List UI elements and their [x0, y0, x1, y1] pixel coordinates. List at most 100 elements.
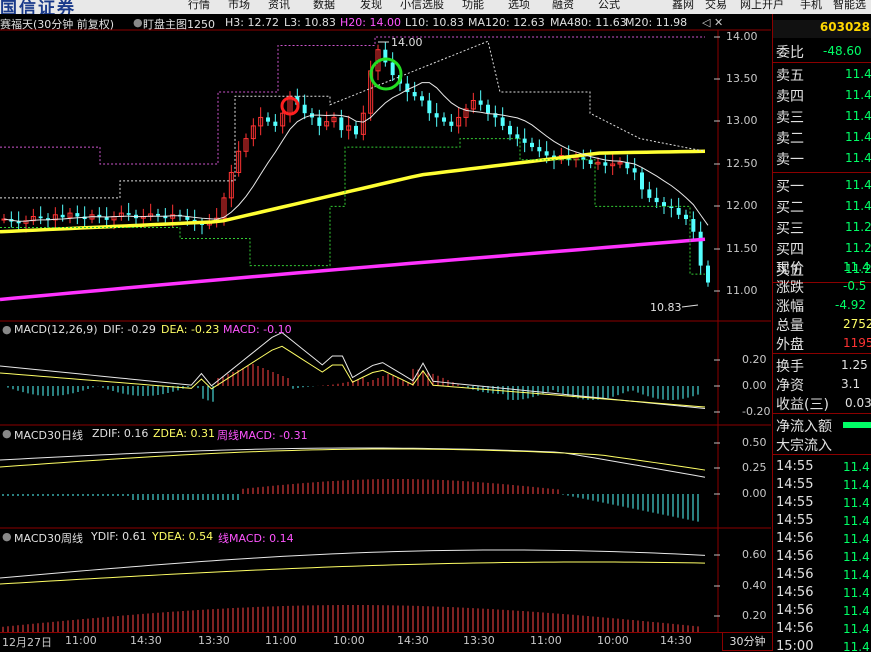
stock-code: 603028 [773, 20, 871, 38]
buy-level-price: 11.2 [845, 241, 871, 255]
price-label: 13.00 [726, 114, 758, 127]
panel-value: 线MACD: 0.14 [218, 532, 294, 545]
stat2-label: 换手 [776, 359, 804, 375]
menu-item[interactable]: 发现 [360, 0, 382, 12]
sell-level-price: 11.4 [845, 109, 871, 123]
panel-value: MACD: -0.10 [223, 323, 292, 336]
candle-body [412, 92, 417, 97]
buy-level-price: 11.4 [845, 199, 871, 213]
price-label: 14.00 [726, 30, 758, 43]
menu-item[interactable]: 网上开户 [740, 0, 784, 12]
panel-axis-label: 0.25 [742, 461, 767, 474]
candle-body [60, 214, 65, 218]
candle-body [390, 62, 395, 76]
header-value-l3: L3: 10.83 [284, 16, 336, 29]
h20-dashed-line [0, 36, 705, 165]
menu-item[interactable]: 小信选股 [400, 0, 444, 12]
price-label: 12.00 [726, 199, 758, 212]
menu-item[interactable]: 智能选 [833, 0, 866, 12]
candle-body [676, 208, 681, 215]
time-label: 10:00 [333, 634, 365, 647]
tick-time: 14:55 [776, 495, 814, 510]
tick-price: 11.4 [843, 460, 870, 474]
stat2-value: 0.03 [845, 396, 871, 410]
panel-axis-label: -0.20 [742, 405, 771, 418]
panel-value: YDIF: 0.61 [91, 530, 147, 543]
menu-item[interactable]: 行情 [188, 0, 210, 12]
stat-label: 涨幅 [776, 299, 804, 315]
menu-item[interactable]: 融资 [552, 0, 574, 12]
price-label: 11.00 [726, 284, 758, 297]
stat-value: 1195 [843, 336, 871, 350]
menu-item[interactable]: 数据 [313, 0, 335, 12]
stat-label: 外盘 [776, 337, 804, 353]
candle-body [706, 265, 710, 283]
stat2-value: 3.1 [841, 377, 861, 391]
menu-item[interactable]: 鑫网 [672, 0, 694, 12]
candle-body [662, 202, 666, 207]
header-value-h20: H20: 14.00 [340, 16, 401, 29]
quote-separator [773, 454, 871, 455]
menu-item[interactable]: 功能 [462, 0, 484, 12]
sell-level-price: 11.4 [845, 88, 871, 102]
green-circle-marker [369, 57, 403, 91]
sell-level-label: 卖一 [776, 152, 804, 168]
period-button[interactable]: 30分钟 [722, 632, 773, 651]
quote-panel: 603028 委比 -48.60 卖五 11.4 卖四 11.4 卖三 11.4 卖二 11.4 卖… [772, 14, 871, 651]
menu-item[interactable]: 公式 [598, 0, 620, 12]
quote-separator [773, 172, 871, 173]
flow-bar [843, 422, 871, 428]
menu-item[interactable]: 资讯 [268, 0, 290, 12]
dif-line [0, 332, 706, 409]
panel-axis-label: 0.00 [742, 487, 767, 500]
candle-body [486, 104, 490, 114]
panel-value: DIF: -0.29 [103, 323, 156, 336]
quote-separator [773, 353, 871, 354]
candle-body [684, 214, 688, 220]
stat2-value: 1.25 [841, 358, 868, 372]
buy-level-label: 买四 [776, 242, 804, 258]
tick-price: 11.4 [843, 640, 870, 651]
flow-label: 净流入额 [776, 419, 832, 435]
sell-level-price: 11.4 [845, 130, 871, 144]
zdif-line [0, 447, 706, 478]
candle-body [647, 189, 652, 198]
tick-price: 11.4 [843, 622, 870, 636]
candle-body [522, 138, 527, 143]
candle-body [38, 216, 43, 219]
ydea-line [0, 561, 706, 585]
panel-value: YDEA: 0.54 [152, 530, 214, 543]
tick-time: 14:56 [776, 585, 814, 600]
candle-body [354, 125, 358, 135]
header-value-h3: H3: 12.72 [225, 16, 279, 29]
quote-separator [773, 62, 871, 63]
panel-axis-label: 0.00 [742, 379, 767, 392]
stat-value: -0.5 [843, 279, 867, 293]
buy-level-price: 11.2 [845, 220, 871, 234]
stat2-label: 收益(三) [776, 397, 829, 413]
menu-item[interactable]: 交易 [705, 0, 727, 12]
candle-body [588, 159, 593, 164]
candle-body [508, 125, 512, 135]
candle-body [500, 117, 505, 126]
menu-item[interactable]: 手机 [800, 0, 822, 12]
time-label: 11:00 [265, 634, 297, 647]
stat-value: 2752 [843, 317, 871, 331]
menu-item[interactable]: 市场 [228, 0, 250, 12]
candle-body [427, 100, 432, 114]
tick-time: 15:00 [776, 639, 814, 651]
candle-body [420, 96, 424, 101]
menu-item[interactable]: 选项 [508, 0, 530, 12]
header-value-ma120: MA120: 12.63 [468, 16, 545, 29]
window-control-icons[interactable]: ◁ ✕ [702, 16, 723, 29]
candle-body [434, 113, 439, 118]
panel-axis-label: 0.60 [742, 548, 767, 561]
panel-value: 周线MACD: -0.31 [217, 429, 308, 442]
panel-dot-icon: ● [2, 530, 12, 543]
candle-body [691, 219, 696, 232]
stock-name: 赛福天(30分钟 前复权) [0, 18, 115, 31]
panel-value: ZDEA: 0.31 [153, 427, 215, 440]
tick-price: 11.4 [843, 604, 870, 618]
tick-time: 14:56 [776, 549, 814, 564]
indicator-name[interactable]: 盯盘主图1250 [143, 16, 215, 32]
